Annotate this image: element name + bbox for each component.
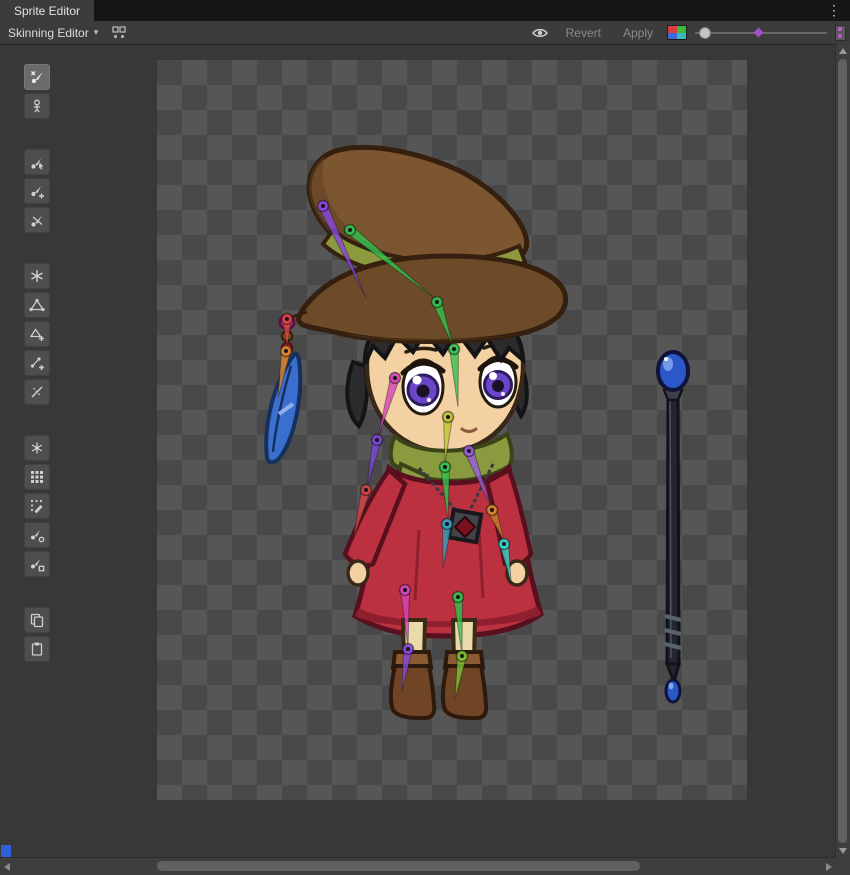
create-vertex-icon [29, 326, 45, 342]
swatch-teal [677, 33, 686, 40]
slider-marker [754, 27, 764, 37]
skinning-editor-dropdown[interactable]: Skinning Editor ▾ [4, 24, 102, 42]
left-eye [403, 360, 443, 414]
copy-icon [29, 612, 45, 628]
bone-opacity-slider[interactable] [695, 25, 827, 41]
edit-geometry-button[interactable] [24, 292, 50, 318]
color-palette-swatch[interactable] [667, 25, 687, 40]
geometry-tool-group [24, 263, 157, 408]
bone-influence-button[interactable] [24, 522, 50, 548]
skinning-tool-column [0, 44, 157, 858]
split-bone-button[interactable] [24, 207, 50, 233]
window-menu-icon[interactable]: ⋮ [818, 0, 850, 21]
sprite-editor-window: Sprite Editor ⋮ Skinning Editor ▾ Revert… [0, 0, 850, 875]
vertical-scroll-thumb[interactable] [838, 59, 847, 843]
split-edge-icon [29, 384, 45, 400]
edit-bone-icon [29, 154, 45, 170]
create-edge-icon [29, 355, 45, 371]
character-pivot-icon [29, 98, 45, 114]
paste-icon [29, 641, 45, 657]
create-edge-button[interactable] [24, 350, 50, 376]
tab-strip: Sprite Editor ⋮ [0, 0, 850, 21]
scroll-right-icon[interactable] [826, 863, 832, 871]
slider-knob[interactable] [699, 27, 711, 39]
split-bone-icon [29, 212, 45, 228]
selection-color-chip [1, 845, 11, 857]
paste-button[interactable] [24, 636, 50, 662]
chevron-down-icon: ▾ [94, 27, 99, 38]
create-bone-icon [29, 183, 45, 199]
restore-bind-pose-button[interactable] [24, 64, 50, 90]
sprite-influence-icon [29, 556, 45, 572]
scroll-up-icon[interactable] [839, 48, 847, 54]
swatch-blue [668, 33, 677, 40]
sprite-sheet-icon [111, 25, 127, 41]
sprite-sheet-button[interactable] [108, 23, 130, 43]
clipboard-tool-group [24, 607, 157, 665]
edit-bone-button[interactable] [24, 149, 50, 175]
horizontal-scrollbar[interactable] [0, 857, 836, 875]
sprite-canvas[interactable] [157, 60, 747, 800]
create-bone-button[interactable] [24, 178, 50, 204]
sprite-influence-button[interactable] [24, 551, 50, 577]
right-eye [480, 357, 516, 407]
restore-bind-pose-icon [29, 69, 45, 85]
skinning-toolbar: Skinning Editor ▾ Revert Apply [0, 21, 850, 45]
auto-weights-button[interactable] [24, 435, 50, 461]
weight-brush-button[interactable] [24, 493, 50, 519]
auto-geometry-icon [29, 268, 45, 284]
edit-geometry-icon [29, 297, 45, 313]
eye-icon [531, 25, 549, 41]
create-vertex-button[interactable] [24, 321, 50, 347]
skinning-editor-label: Skinning Editor [8, 26, 89, 40]
weight-slider-icon [29, 469, 45, 485]
weight-slider-button[interactable] [24, 464, 50, 490]
tab-title: Sprite Editor [14, 4, 80, 18]
copy-button[interactable] [24, 607, 50, 633]
scroll-left-icon[interactable] [4, 863, 10, 871]
tab-sprite-editor[interactable]: Sprite Editor [0, 0, 94, 21]
apply-button[interactable]: Apply [615, 24, 661, 42]
weight-tool-group [24, 435, 157, 580]
sprite-artwork [157, 60, 747, 800]
horizontal-scroll-thumb[interactable] [157, 861, 640, 871]
auto-weights-icon [29, 440, 45, 456]
bone-tool-group [24, 149, 157, 236]
scroll-down-icon[interactable] [839, 848, 847, 854]
vertical-scrollbar[interactable] [835, 44, 850, 858]
revert-button[interactable]: Revert [558, 24, 609, 42]
pattern-swatch[interactable] [835, 25, 846, 41]
bone-influence-icon [29, 527, 45, 543]
split-edge-button[interactable] [24, 379, 50, 405]
visibility-button[interactable] [528, 23, 552, 43]
character-sprite [266, 147, 565, 718]
staff-sprite [658, 352, 688, 702]
character-pivot-button[interactable] [24, 93, 50, 119]
weight-brush-icon [29, 498, 45, 514]
auto-geometry-button[interactable] [24, 263, 50, 289]
scrollbar-corner [836, 858, 850, 875]
pose-tool-group [24, 64, 157, 122]
